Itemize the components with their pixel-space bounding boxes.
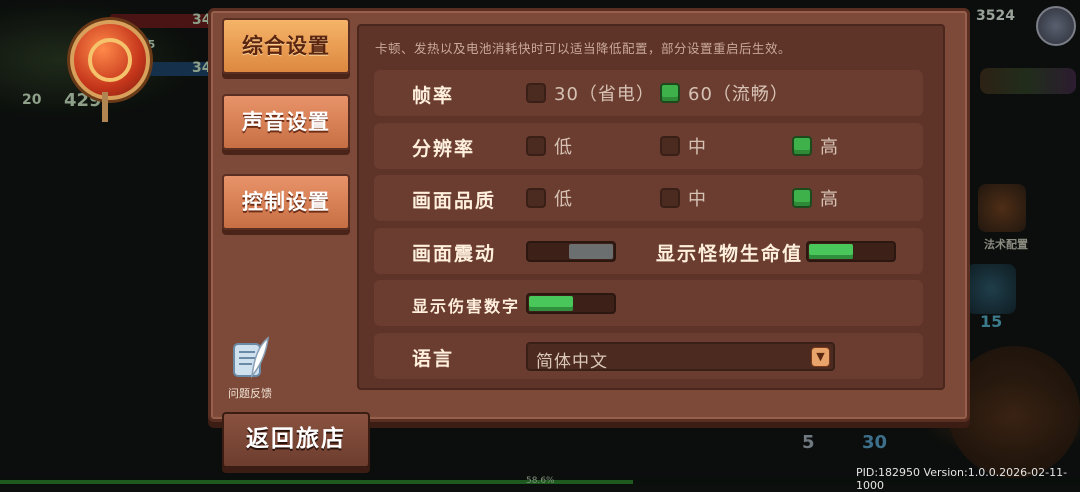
- resolution-option-label: 低: [554, 137, 573, 158]
- screen-shake-toggle[interactable]: [526, 241, 616, 262]
- checkbox-quality-mid[interactable]: [660, 188, 680, 208]
- row-framerate: 帧率 30（省电） 60（流畅）: [374, 70, 923, 116]
- version-info: PID:182950 Version:1.0.0.2026-02-11-1000: [856, 466, 1068, 492]
- screen-shake-label: 画面震动: [412, 243, 497, 265]
- quality-option-label: 中: [688, 189, 707, 210]
- resolution-option-high[interactable]: 高: [792, 134, 839, 158]
- checkbox-resolution-mid[interactable]: [660, 136, 680, 156]
- resolution-option-mid[interactable]: 中: [660, 134, 707, 158]
- tab-sound-settings[interactable]: 声音设置: [222, 94, 350, 150]
- framerate-option-60[interactable]: 60（流畅）: [660, 81, 789, 105]
- scroll-quill-icon: [233, 336, 269, 379]
- spell-config-icon[interactable]: [978, 184, 1026, 232]
- checkbox-resolution-low[interactable]: [526, 136, 546, 156]
- skill-slot-count: 15: [980, 312, 1003, 331]
- chevron-down-icon[interactable]: ▼: [811, 347, 830, 367]
- checkbox-framerate-30[interactable]: [526, 83, 546, 103]
- damage-numbers-toggle[interactable]: [526, 293, 616, 314]
- framerate-option-label: 30（省电）: [554, 84, 655, 105]
- quality-option-low[interactable]: 低: [526, 186, 573, 210]
- monster-hp-toggle[interactable]: [806, 241, 896, 262]
- player-level: 20: [22, 92, 42, 108]
- row-quality: 画面品质 低 中 高: [374, 175, 923, 221]
- experience-percent: 58.6%: [526, 476, 555, 486]
- item-count-1: 5: [802, 432, 815, 453]
- spell-config-label: 法术配置: [984, 238, 1028, 251]
- language-select[interactable]: 简体中文 ▼: [526, 342, 835, 372]
- checkbox-resolution-high[interactable]: [792, 136, 812, 156]
- framerate-option-30[interactable]: 30（省电）: [526, 81, 655, 105]
- row-shake-hp: 画面震动 显示怪物生命值: [374, 228, 923, 274]
- quality-option-label: 低: [554, 189, 573, 210]
- quality-option-label: 高: [820, 189, 839, 210]
- item-count-2: 30: [862, 432, 888, 453]
- rope-decoration: [102, 92, 108, 122]
- player-emblem-icon[interactable]: [70, 20, 150, 100]
- row-damage-numbers: 显示伤害数字: [374, 280, 923, 326]
- tab-general-settings[interactable]: 综合设置: [222, 18, 350, 74]
- checkbox-quality-low[interactable]: [526, 188, 546, 208]
- language-value: 简体中文: [536, 352, 608, 372]
- back-to-inn-button[interactable]: 返回旅店: [222, 412, 370, 468]
- language-label: 语言: [412, 348, 455, 370]
- tab-control-settings[interactable]: 控制设置: [222, 174, 350, 230]
- row-language: 语言 简体中文 ▼: [374, 333, 923, 379]
- feedback-button[interactable]: 问题反馈: [220, 336, 280, 402]
- checkbox-framerate-60[interactable]: [660, 83, 680, 103]
- resolution-option-label: 中: [688, 137, 707, 158]
- resolution-label: 分辨率: [412, 138, 476, 160]
- minimap-icon[interactable]: [1036, 6, 1076, 46]
- quality-label: 画面品质: [412, 190, 497, 212]
- monster-hp-label: 显示怪物生命值: [656, 243, 804, 265]
- quality-option-mid[interactable]: 中: [660, 186, 707, 210]
- checkbox-quality-high[interactable]: [792, 188, 812, 208]
- damage-numbers-label: 显示伤害数字: [412, 297, 521, 316]
- settings-notice: 卡顿、发热以及电池消耗快时可以适当降低配置，部分设置重启后生效。: [375, 41, 792, 56]
- resolution-option-low[interactable]: 低: [526, 134, 573, 158]
- framerate-label: 帧率: [412, 85, 455, 107]
- row-resolution: 分辨率 低 中 高: [374, 123, 923, 169]
- framerate-option-label: 60（流畅）: [688, 84, 789, 105]
- buff-icons: [980, 68, 1076, 94]
- resolution-option-label: 高: [820, 137, 839, 158]
- skill-slot-icon[interactable]: [966, 264, 1016, 314]
- quality-option-high[interactable]: 高: [792, 186, 839, 210]
- score-value: 3524: [976, 8, 1015, 24]
- feedback-label: 问题反馈: [228, 387, 272, 400]
